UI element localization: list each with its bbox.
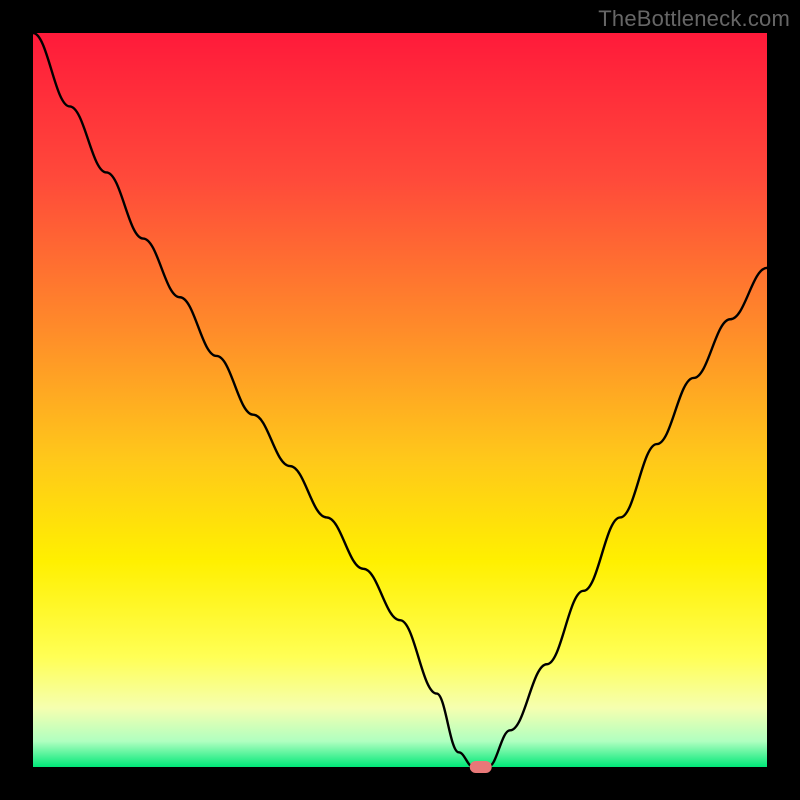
- watermark-text: TheBottleneck.com: [598, 6, 790, 32]
- bottleneck-chart: [0, 0, 800, 800]
- optimal-marker: [470, 761, 492, 773]
- plot-background: [33, 33, 767, 767]
- chart-frame: TheBottleneck.com: [0, 0, 800, 800]
